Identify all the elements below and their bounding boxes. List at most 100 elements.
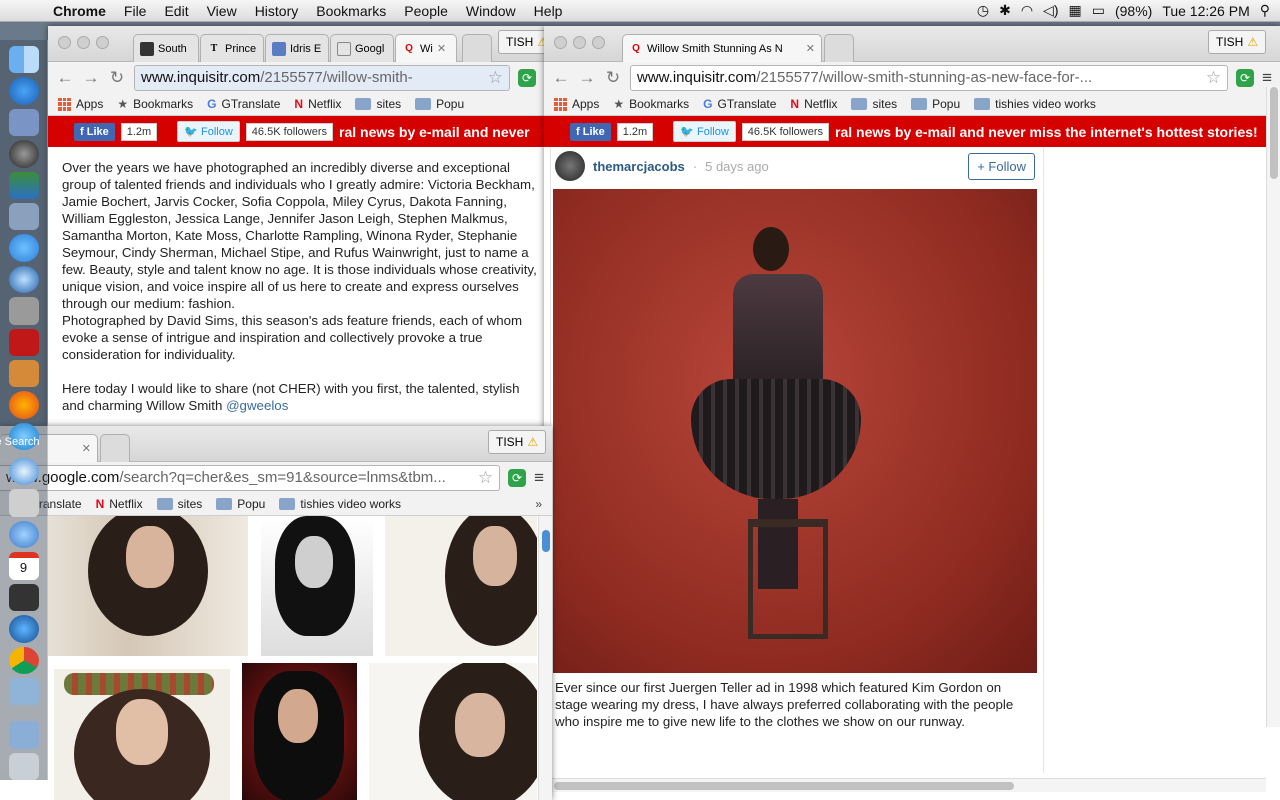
tab-idris[interactable]: Idris E <box>265 34 329 62</box>
new-tab-button[interactable] <box>824 34 854 62</box>
finder-icon[interactable] <box>8 46 39 74</box>
close-window-button[interactable] <box>58 36 71 49</box>
menu-bookmarks[interactable]: Bookmarks <box>307 3 395 19</box>
documents-folder-icon[interactable] <box>8 721 39 749</box>
instagram-mention-link[interactable]: @gweelos <box>226 398 288 413</box>
image-result-6[interactable] <box>369 663 537 800</box>
volume-icon[interactable]: ◁) <box>1043 2 1058 19</box>
extension-icon[interactable]: ⟳ <box>518 68 536 87</box>
back-button[interactable]: ← <box>552 68 570 88</box>
battery-icon[interactable]: ▭ <box>1092 2 1105 19</box>
tab-willow-smith[interactable]: Q Willow Smith Stunning As N ✕ <box>622 34 822 62</box>
chrome-icon[interactable] <box>8 646 39 674</box>
spotlight-icon[interactable]: ⚲ <box>1260 2 1270 19</box>
close-window-button[interactable] <box>554 36 567 49</box>
menu-window[interactable]: Window <box>457 3 525 19</box>
address-bar[interactable]: www.inquisitr.com/2155577/willow-smith- … <box>134 64 510 91</box>
scrollbar-thumb[interactable] <box>1270 87 1278 179</box>
bookmark-netflix[interactable]: N Netflix <box>790 97 837 111</box>
menu-file[interactable]: File <box>115 3 156 19</box>
tab-south[interactable]: South <box>133 34 199 62</box>
bookmark-sites[interactable]: sites <box>156 497 202 511</box>
extension-icon[interactable]: ⟳ <box>508 468 527 487</box>
zoom-window-button[interactable] <box>592 36 605 49</box>
instagram-follow-button[interactable]: + Follow <box>968 152 1035 180</box>
profile-button[interactable]: TISH ⚠ <box>498 30 544 54</box>
menu-help[interactable]: Help <box>525 3 572 19</box>
vertical-scrollbar[interactable] <box>1266 87 1280 727</box>
calendar-icon[interactable]: 9 <box>8 552 39 580</box>
more-bookmarks-button[interactable]: » <box>535 497 542 511</box>
bookmark-apps[interactable]: Apps <box>58 97 103 111</box>
quicktime-icon[interactable] <box>8 615 39 643</box>
wifi-icon[interactable]: ◠ <box>1021 2 1033 19</box>
menu-edit[interactable]: Edit <box>155 3 197 19</box>
preview-icon[interactable] <box>8 108 39 137</box>
image-result-5[interactable] <box>242 663 357 800</box>
profile-button[interactable]: TISH ⚠ <box>1208 30 1267 54</box>
forward-button[interactable]: → <box>82 68 100 88</box>
horizontal-scrollbar[interactable] <box>544 778 1266 792</box>
minimize-window-button[interactable] <box>77 36 90 49</box>
facebook-like-button[interactable]: f Like <box>74 122 115 141</box>
dvd-player-icon[interactable] <box>8 583 39 612</box>
xcode-icon[interactable] <box>8 202 39 231</box>
bookmark-tishies-video-works[interactable]: tishies video works <box>974 97 1096 111</box>
menu-view[interactable]: View <box>198 3 246 19</box>
app-store-icon[interactable] <box>8 77 39 105</box>
forward-button[interactable]: → <box>578 68 596 88</box>
new-tab-button[interactable] <box>462 34 492 62</box>
system-preferences-icon[interactable] <box>8 297 39 325</box>
bookmark-star-icon[interactable]: ☆ <box>478 468 493 488</box>
menu-history[interactable]: History <box>246 3 308 19</box>
image-result-2[interactable] <box>261 516 373 656</box>
bookmark-gtranslate[interactable]: G GTranslate <box>703 97 776 111</box>
bookmark-netflix[interactable]: N Netflix <box>96 497 143 511</box>
bookmark-bookmarks[interactable]: ★ Bookmarks <box>613 97 689 111</box>
bookmark-tishies-video-works[interactable]: tishies video works <box>279 497 401 511</box>
alfred-icon[interactable] <box>8 489 39 517</box>
safari-icon[interactable] <box>8 458 39 486</box>
time-machine-icon[interactable]: ◷ <box>977 2 989 19</box>
address-bar[interactable]: www.google.com/search?q=cher&es_sm=91&so… <box>0 464 501 491</box>
chrome-menu-icon[interactable]: ≡ <box>1262 68 1272 88</box>
facetime-icon[interactable] <box>8 234 39 262</box>
instagram-photo[interactable] <box>553 189 1037 673</box>
twitter-follow-button[interactable]: 🐦 Follow <box>673 121 736 142</box>
tab-prince[interactable]: T Prince <box>200 34 264 62</box>
chrome-menu-icon[interactable]: ≡ <box>534 468 544 488</box>
reload-button[interactable]: ↻ <box>108 68 126 88</box>
scrollbar-thumb[interactable] <box>542 530 550 552</box>
instagram-username[interactable]: themarcjacobs <box>593 159 685 174</box>
photo-booth-icon[interactable] <box>8 328 39 356</box>
bookmark-popu[interactable]: Popu <box>216 497 265 511</box>
bluetooth-icon[interactable]: ✱ <box>999 2 1011 19</box>
bookmark-sites[interactable]: sites <box>851 97 897 111</box>
bookmark-gtranslate[interactable]: G GTranslate <box>207 97 280 111</box>
bookmark-popu[interactable]: Popu <box>415 97 464 111</box>
back-button[interactable]: ← <box>56 68 74 88</box>
trash-icon[interactable] <box>8 752 39 781</box>
close-tab-icon[interactable]: ✕ <box>82 442 91 455</box>
keyboard-icon[interactable]: ▦ <box>1068 2 1081 19</box>
image-result-1[interactable] <box>48 516 248 656</box>
tab-google[interactable]: Googl <box>330 34 394 62</box>
bookmark-popu[interactable]: Popu <box>911 97 960 111</box>
facebook-like-button[interactable]: f Like <box>570 122 611 141</box>
reload-button[interactable]: ↻ <box>604 68 622 88</box>
bookmark-star-icon[interactable]: ☆ <box>488 68 503 88</box>
bookmark-bookmarks[interactable]: ★ Bookmarks <box>117 97 193 111</box>
image-capture-icon[interactable] <box>8 359 39 388</box>
firefox-icon[interactable] <box>8 391 39 419</box>
close-tab-icon[interactable]: ✕ <box>806 42 815 55</box>
profile-button[interactable]: TISH ⚠ <box>488 430 547 454</box>
image-result-4[interactable] <box>54 669 230 800</box>
preview-photos-icon[interactable] <box>8 677 39 706</box>
bookmark-star-icon[interactable]: ☆ <box>1206 68 1221 88</box>
minimize-window-button[interactable] <box>573 36 586 49</box>
image-result-3[interactable] <box>385 516 537 656</box>
extension-icon[interactable]: ⟳ <box>1236 68 1255 87</box>
address-bar[interactable]: www.inquisitr.com/2155577/willow-smith-s… <box>630 64 1229 91</box>
tab-willow[interactable]: Q Wi ✕ <box>395 34 457 62</box>
new-tab-button[interactable] <box>100 434 130 462</box>
